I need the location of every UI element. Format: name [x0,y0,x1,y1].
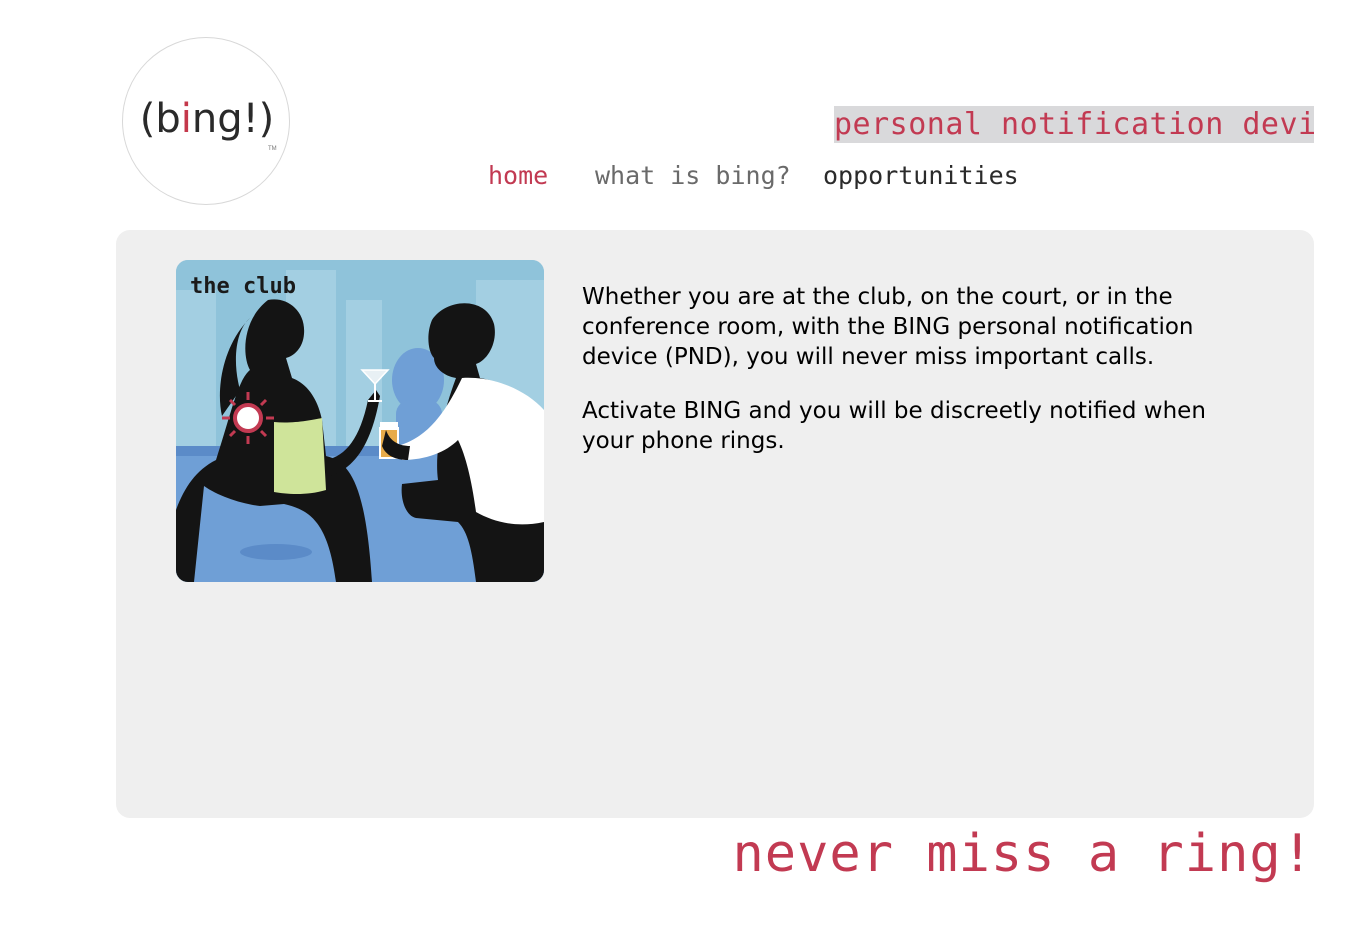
page: (bing!) TM personal notification device … [0,0,1372,936]
intro-paragraph-2: Activate BING and you will be discreetly… [582,398,1206,454]
illustration-caption: the club [190,274,296,299]
club-scene-graphic [176,260,544,582]
trademark-mark: TM [268,146,277,152]
nav-what-is-bing-link[interactable]: what is bing? [595,157,791,195]
club-illustration: the club [176,260,544,582]
content-panel: the club Whether you are at the club, on… [116,230,1314,818]
nav-opportunities-link[interactable]: opportunities [823,157,1019,195]
intro-copy: Whether you are at the club, on the cour… [582,282,1262,480]
logo-wordmark: (bing!) [139,96,275,142]
intro-paragraph-1: Whether you are at the club, on the cour… [582,284,1194,370]
tagline-banner: personal notification device [834,106,1314,143]
nav-home-link[interactable]: home [488,157,548,195]
logo-dot: i [180,96,192,142]
slogan: never miss a ring! [732,824,1314,884]
bing-logo[interactable]: (bing!) TM [122,37,290,205]
